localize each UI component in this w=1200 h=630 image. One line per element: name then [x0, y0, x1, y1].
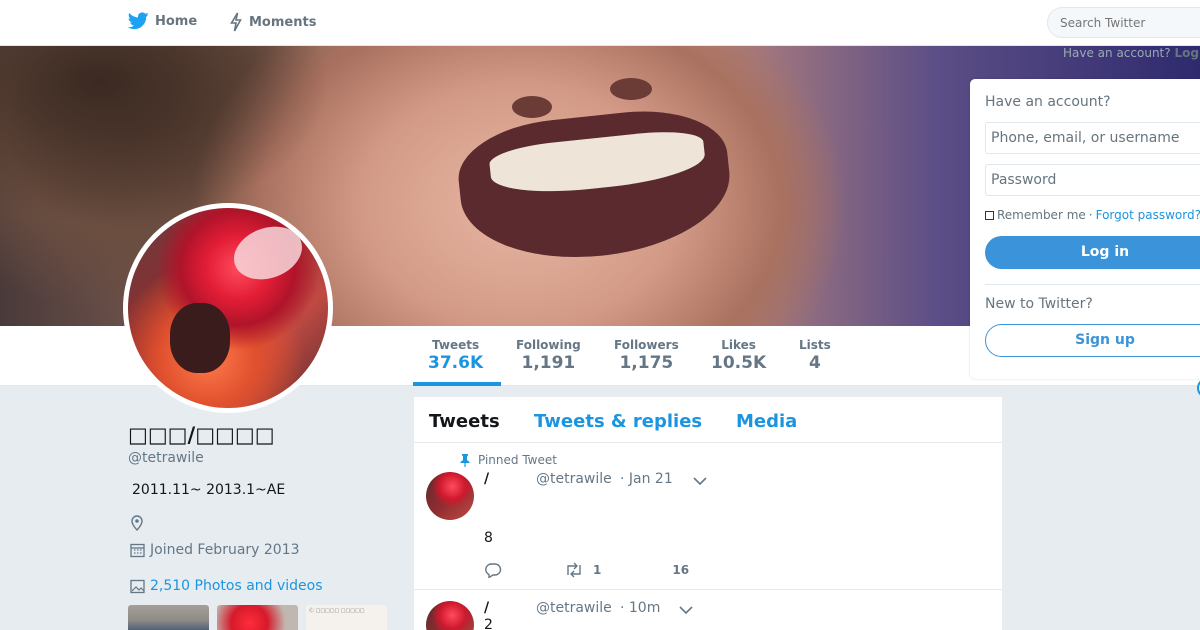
joined-text: Joined February 2013 — [150, 542, 300, 558]
tweet[interactable]: Pinned Tweet / @tetrawile · Jan 21 8 1 1… — [414, 443, 1002, 590]
media-thumbnail[interactable] — [128, 605, 209, 630]
stat-lists[interactable]: Lists 4 — [799, 338, 831, 373]
nav-moments[interactable]: Moments — [229, 12, 316, 32]
stat-value: 1,175 — [619, 353, 674, 373]
tweet-timestamp[interactable]: · Jan 21 — [620, 471, 673, 487]
tweet[interactable]: / @tetrawile · 10m 2 — [414, 590, 1002, 630]
nav-moments-label: Moments — [249, 14, 317, 30]
image-icon — [130, 579, 145, 593]
media-thumbnail[interactable] — [217, 605, 298, 630]
pinned-label: Pinned Tweet — [478, 453, 557, 467]
tweet-actions: 1 16 — [484, 562, 689, 578]
lightning-icon — [230, 12, 242, 32]
pinned-indicator: Pinned Tweet — [460, 453, 557, 467]
stat-label: Tweets — [432, 338, 480, 352]
login-link-top[interactable]: Log — [1174, 46, 1198, 60]
have-account-text: Have an account? — [1063, 46, 1171, 60]
stat-label: Lists — [799, 338, 831, 352]
tweet-author-name[interactable]: / — [484, 600, 489, 616]
avatar-image — [128, 208, 328, 408]
remember-row: Remember me · Forgot password? — [985, 208, 1200, 222]
stat-value: 4 — [808, 353, 821, 373]
login-card: Have an account? Remember me · Forgot pa… — [970, 79, 1200, 379]
retweet-count: 1 — [593, 563, 602, 577]
media-thumbnail[interactable]: Ⓒ □□□□□ □□□□□ — [306, 605, 387, 630]
nav-home[interactable]: Home — [128, 12, 197, 30]
like-count: 16 — [672, 563, 690, 577]
timeline-tabs: Tweets Tweets & replies Media — [414, 397, 1002, 443]
profile-avatar[interactable] — [123, 203, 333, 413]
chevron-down-icon[interactable] — [693, 476, 707, 486]
twitter-bird-icon — [128, 12, 149, 30]
calendar-icon — [130, 543, 145, 558]
stat-following[interactable]: Following 1,191 — [516, 338, 581, 373]
login-card-title: Have an account? — [985, 94, 1111, 110]
profile-bio: 2011.11~ 2013.1~AE — [132, 482, 286, 498]
stat-label: Followers — [614, 338, 679, 352]
separator: · — [1088, 208, 1093, 222]
stat-label: Following — [516, 338, 581, 352]
tab-tweets-replies[interactable]: Tweets & replies — [534, 411, 702, 432]
top-nav-bar: Home Moments — [0, 0, 1200, 46]
username-field[interactable] — [985, 122, 1200, 154]
stat-label: Likes — [721, 338, 756, 352]
tweet-text: 2 — [484, 617, 493, 630]
photos-videos-label: 2,510 Photos and videos — [150, 578, 323, 594]
stat-likes[interactable]: Likes 10.5K — [711, 338, 766, 373]
profile-name: □□□/□□□□ — [128, 423, 275, 447]
remember-label: Remember me — [997, 208, 1086, 222]
tweet-author-name[interactable]: / — [484, 471, 489, 487]
tweet-avatar[interactable] — [426, 601, 474, 630]
have-account-top: Have an account? Log — [1063, 46, 1199, 60]
tweet-avatar[interactable] — [426, 472, 474, 520]
remember-checkbox[interactable] — [985, 210, 994, 220]
search-input[interactable] — [1047, 7, 1200, 38]
retweet-icon[interactable] — [564, 562, 584, 578]
divider — [985, 284, 1200, 285]
profile-handle[interactable]: @tetrawile — [128, 450, 204, 466]
login-button[interactable]: Log in — [985, 236, 1200, 269]
location-icon — [130, 515, 144, 535]
stat-value: 37.6K — [428, 353, 484, 373]
profile-joined: Joined February 2013 — [130, 542, 300, 558]
tweet-text: 8 — [484, 530, 493, 546]
chevron-down-icon[interactable] — [679, 605, 693, 615]
new-to-twitter-label: New to Twitter? — [985, 296, 1093, 312]
tweet-author-handle[interactable]: @tetrawile — [536, 471, 612, 487]
stat-tweets[interactable]: Tweets 37.6K — [428, 338, 483, 373]
reply-icon[interactable] — [484, 562, 502, 578]
signup-button[interactable]: Sign up — [985, 324, 1200, 357]
password-field[interactable] — [985, 164, 1200, 196]
tab-tweets[interactable]: Tweets — [429, 411, 500, 432]
pin-icon — [460, 453, 470, 467]
forgot-password-link[interactable]: Forgot password? — [1096, 208, 1200, 222]
photos-videos-link[interactable]: 2,510 Photos and videos — [130, 578, 323, 594]
nav-home-label: Home — [155, 13, 198, 29]
tab-media[interactable]: Media — [736, 411, 797, 432]
timeline: Tweets Tweets & replies Media Pinned Twe… — [414, 397, 1002, 630]
stat-value: 10.5K — [711, 353, 767, 373]
stat-value: 1,191 — [521, 353, 576, 373]
tweet-timestamp[interactable]: · 10m — [620, 600, 660, 616]
stat-followers[interactable]: Followers 1,175 — [614, 338, 679, 373]
active-stat-underline — [413, 382, 501, 386]
tweet-author-handle[interactable]: @tetrawile — [536, 600, 612, 616]
